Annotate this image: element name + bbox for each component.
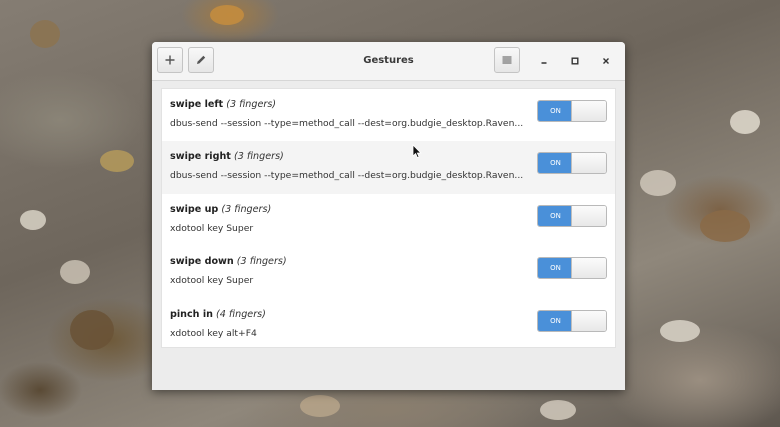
toggle-knob bbox=[571, 153, 606, 174]
pebble bbox=[70, 310, 114, 350]
gesture-title: swipe up (3 fingers) bbox=[170, 204, 271, 215]
pebble bbox=[640, 170, 676, 196]
gesture-command: xdotool key Super bbox=[170, 222, 254, 234]
pebble bbox=[300, 395, 340, 417]
gesture-command: xdotool key alt+F4 bbox=[170, 327, 257, 339]
pebble bbox=[100, 150, 134, 172]
plus-icon bbox=[165, 55, 175, 65]
gesture-title: swipe right (3 fingers) bbox=[170, 151, 284, 162]
gesture-fingers: (4 fingers) bbox=[216, 308, 266, 320]
pebble bbox=[20, 210, 46, 230]
pebble bbox=[30, 20, 60, 48]
toggle-on-label: ON bbox=[538, 310, 573, 331]
gesture-fingers: (3 fingers) bbox=[221, 203, 272, 215]
mouse-cursor-icon bbox=[412, 144, 422, 159]
edit-gesture-button[interactable] bbox=[188, 47, 214, 73]
maximize-icon bbox=[571, 57, 579, 65]
gesture-command: dbus-send --session --type=method_call -… bbox=[170, 170, 524, 182]
gesture-toggle[interactable]: ON bbox=[537, 152, 607, 175]
window-title: Gestures bbox=[363, 55, 414, 66]
toggle-on-label: ON bbox=[538, 205, 573, 226]
add-gesture-button[interactable] bbox=[157, 47, 183, 73]
toggle-on-label: ON bbox=[538, 153, 573, 174]
gesture-toggle[interactable]: ON bbox=[537, 257, 607, 280]
gesture-title: swipe down (3 fingers) bbox=[170, 256, 287, 267]
gesture-name: swipe up bbox=[170, 203, 219, 215]
gesture-title: pinch in (4 fingers) bbox=[170, 309, 266, 320]
gesture-name: pinch in bbox=[170, 308, 213, 320]
gesture-row[interactable]: swipe down (3 fingers) xdotool key Super… bbox=[162, 246, 615, 298]
gesture-row[interactable]: swipe up (3 fingers) xdotool key Super O… bbox=[162, 194, 615, 246]
toggle-on-label: ON bbox=[538, 258, 573, 279]
gesture-row[interactable]: swipe left (3 fingers) dbus-send --sessi… bbox=[162, 89, 615, 141]
pebble bbox=[210, 5, 244, 25]
toggle-knob bbox=[571, 101, 606, 121]
gesture-toggle[interactable]: ON bbox=[537, 309, 607, 332]
gesture-command: xdotool key Super bbox=[170, 275, 254, 287]
close-button[interactable] bbox=[597, 52, 615, 70]
pebble bbox=[700, 210, 750, 242]
gesture-list: swipe left (3 fingers) dbus-send --sessi… bbox=[161, 88, 616, 348]
gesture-name: swipe right bbox=[170, 151, 231, 163]
gesture-row[interactable]: pinch in (4 fingers) xdotool key alt+F4 … bbox=[162, 299, 615, 351]
toggle-knob bbox=[571, 258, 606, 279]
gesture-name: swipe left bbox=[170, 99, 224, 110]
pebble bbox=[660, 320, 700, 342]
gesture-row[interactable]: swipe right (3 fingers) dbus-send --sess… bbox=[162, 141, 615, 194]
pebble bbox=[730, 110, 760, 134]
menu-button[interactable] bbox=[494, 47, 520, 73]
title-bar: Gestures bbox=[152, 42, 625, 81]
minimize-icon bbox=[541, 62, 547, 64]
close-icon bbox=[603, 58, 609, 64]
gesture-fingers: (3 fingers) bbox=[233, 151, 284, 163]
gesture-toggle[interactable]: ON bbox=[537, 204, 607, 227]
gesture-command: dbus-send --session --type=method_call -… bbox=[170, 118, 524, 129]
pencil-icon bbox=[197, 55, 206, 64]
pebble bbox=[60, 260, 90, 284]
gesture-toggle[interactable]: ON bbox=[537, 100, 607, 122]
pebble bbox=[540, 400, 576, 420]
gesture-fingers: (3 fingers) bbox=[236, 256, 287, 268]
maximize-button[interactable] bbox=[566, 52, 584, 70]
toggle-knob bbox=[571, 205, 606, 226]
toggle-knob bbox=[571, 310, 606, 331]
minimize-button[interactable] bbox=[535, 52, 553, 70]
hamburger-menu-icon bbox=[502, 56, 512, 64]
gesture-name: swipe down bbox=[170, 256, 234, 268]
gestures-window: Gestures swipe left (3 fingers) dbus-sen… bbox=[152, 42, 625, 390]
gesture-fingers: (3 fingers) bbox=[226, 99, 277, 110]
gesture-title: swipe left (3 fingers) bbox=[170, 99, 276, 110]
toggle-on-label: ON bbox=[538, 101, 573, 121]
